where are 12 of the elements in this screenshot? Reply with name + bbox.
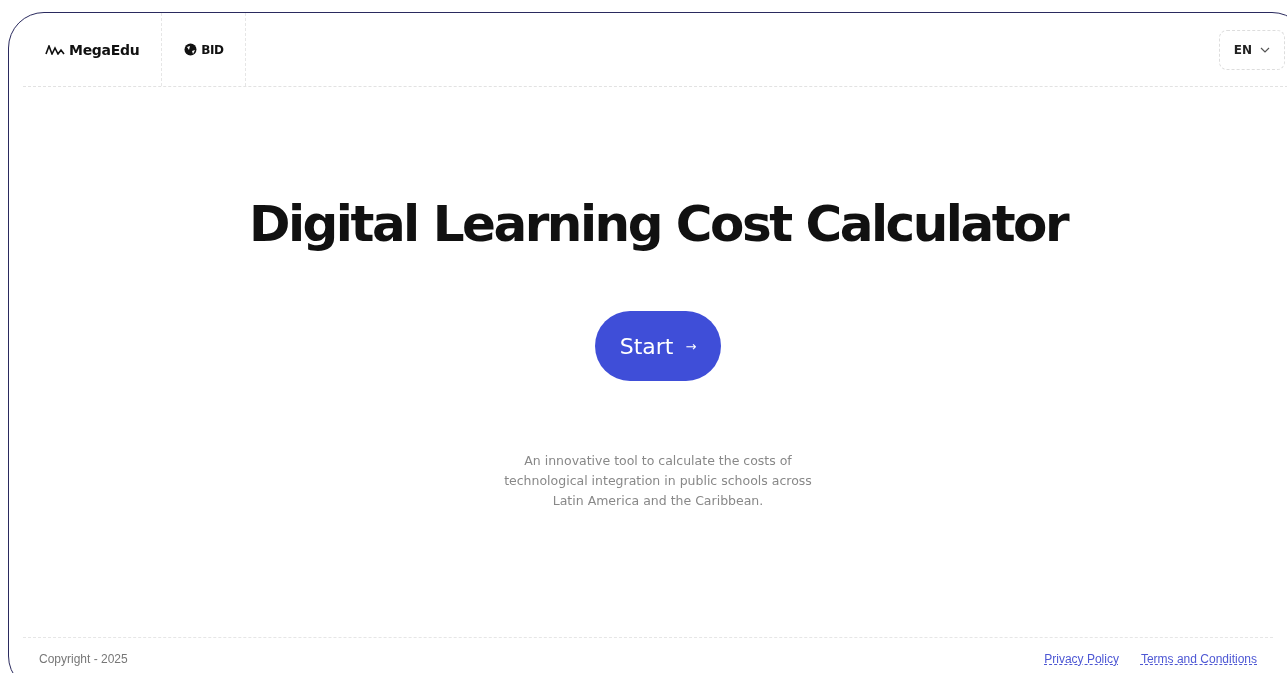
footer-link[interactable]: Terms and Conditions <box>1140 651 1257 666</box>
description-text: An innovative tool to calculate the costs of technological integration in public schools across Latin America and the Caribbean. <box>503 452 813 510</box>
language-selector[interactable]: EN <box>1218 29 1285 70</box>
footer-link[interactable]: Privacy Policy <box>1044 651 1119 666</box>
globe-icon <box>184 43 198 56</box>
page-title: Digital Learning Cost Calculator <box>248 195 1068 253</box>
start-button[interactable]: Start → <box>595 311 721 381</box>
chevron-down-icon <box>1260 46 1270 53</box>
logo-text: MegaEdu <box>69 41 140 58</box>
copyright-text: Copyright - 2025 <box>39 651 128 666</box>
wave-icon <box>45 44 65 55</box>
logo-text: BID <box>201 42 224 57</box>
